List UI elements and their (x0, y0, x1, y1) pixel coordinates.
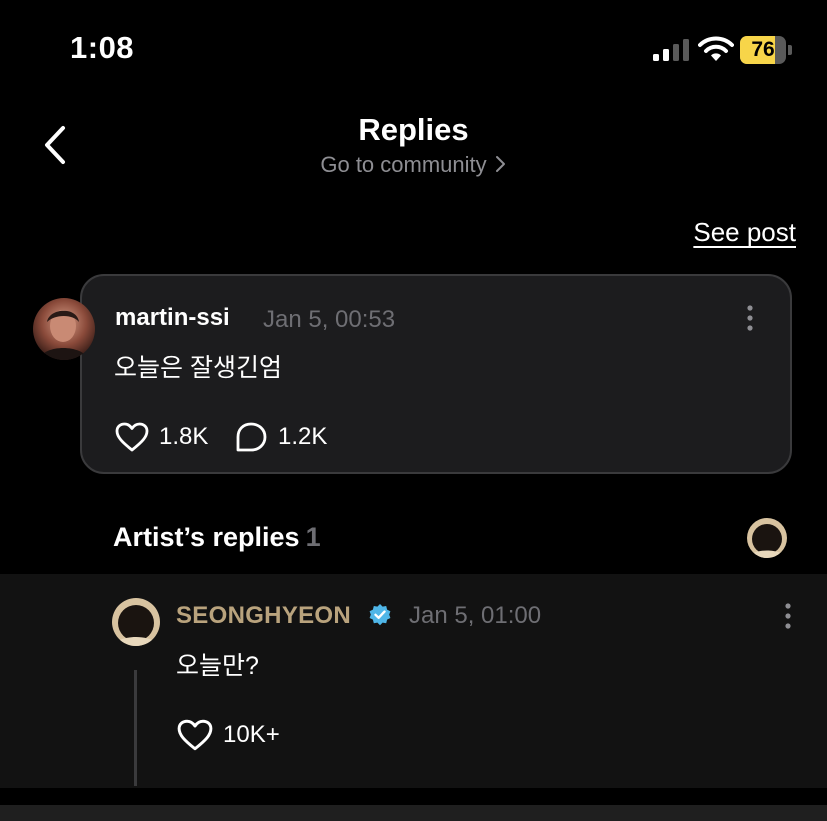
heart-icon (177, 719, 213, 751)
go-to-community-link[interactable]: Go to community (0, 152, 827, 178)
reply-bubble-icon (236, 422, 267, 452)
reply-more-options-icon[interactable] (777, 602, 799, 632)
comment-like-count: 1.8K (159, 423, 209, 450)
comment-author[interactable]: martin-ssi (115, 304, 230, 332)
bottom-input-bar (0, 805, 827, 821)
thread-line (134, 670, 137, 786)
comment-text: 오늘은 잘생긴엄 (114, 354, 282, 382)
commenter-avatar[interactable] (33, 298, 95, 360)
comment-more-options-icon[interactable] (739, 304, 761, 334)
comment-timestamp: Jan 5, 00:53 (263, 306, 396, 333)
see-post-link[interactable]: See post (693, 217, 796, 248)
battery-level-text: 76 (751, 38, 775, 61)
artist-avatar-small[interactable] (747, 518, 787, 558)
wifi-icon (698, 36, 734, 61)
cellular-signal-icon (653, 39, 689, 61)
heart-icon (115, 422, 149, 452)
go-to-community-label: Go to community (320, 152, 487, 177)
comment-card: martin-ssi Jan 5, 00:53 오늘은 잘생긴엄 1.8K 1.… (80, 274, 792, 474)
reply-author[interactable]: SEONGHYEON (176, 602, 351, 630)
reply-text: 오늘만? (176, 652, 259, 680)
battery-icon: 76 (740, 36, 792, 64)
artist-replies-header: Artist’s replies 1 (113, 522, 321, 553)
comment-reply-button[interactable]: 1.2K (234, 420, 327, 454)
status-time: 1:08 (70, 30, 135, 65)
reply-like-button[interactable]: 10K+ (177, 718, 280, 752)
artist-replies-label: Artist’s replies (113, 522, 300, 552)
reply-like-count: 10K+ (223, 721, 280, 748)
comment-reply-count: 1.2K (278, 423, 328, 450)
page-title: Replies (358, 112, 469, 147)
chevron-right-icon (495, 156, 505, 172)
artist-reply: SEONGHYEON Jan 5, 01:00 오늘만? 10K+ (0, 574, 827, 788)
verified-badge-icon (369, 604, 391, 626)
artist-replies-count: 1 (305, 522, 321, 552)
artist-avatar[interactable] (112, 598, 160, 646)
reply-timestamp: Jan 5, 01:00 (409, 602, 542, 629)
comment-like-button[interactable]: 1.8K (115, 420, 208, 454)
